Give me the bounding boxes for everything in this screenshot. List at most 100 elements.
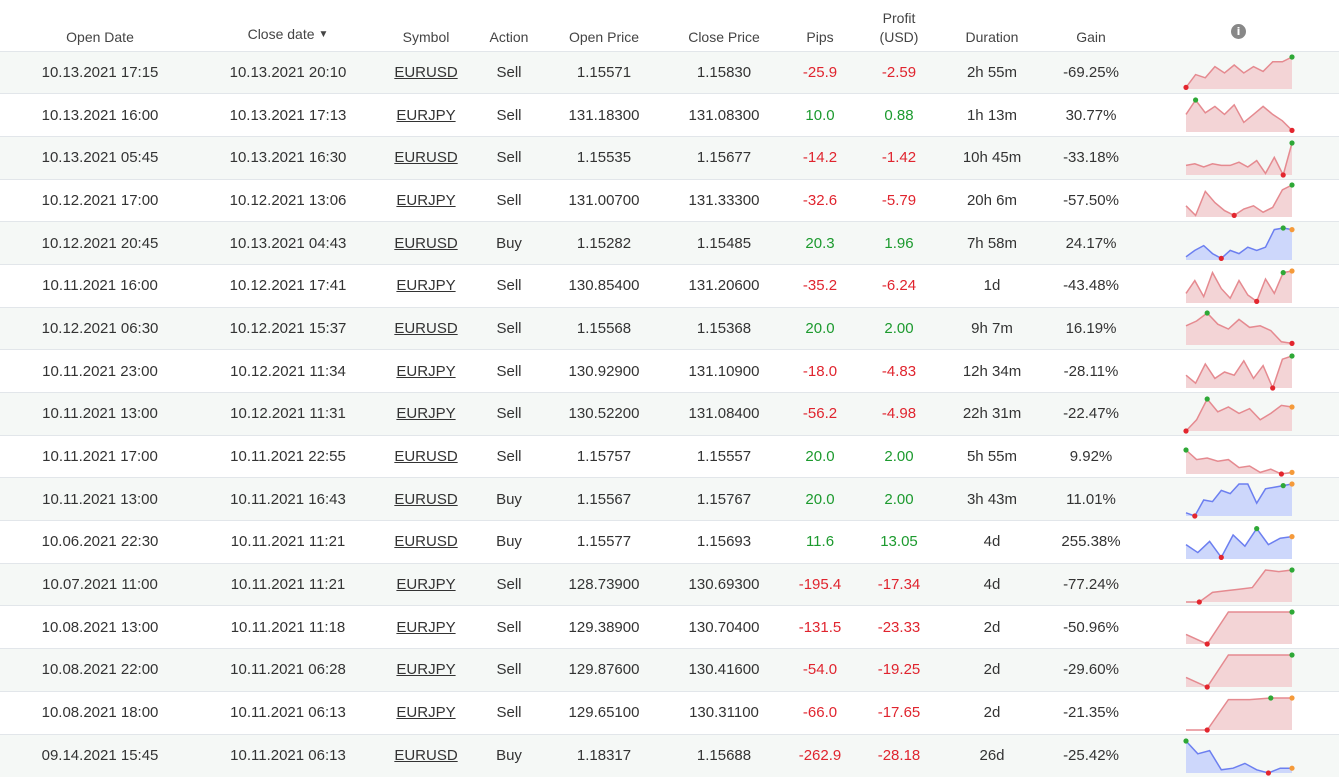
- col-symbol[interactable]: Symbol: [376, 0, 476, 51]
- table-row[interactable]: 10.11.2021 13:00 10.12.2021 11:31 EURJPY Se…: [0, 392, 1339, 436]
- symbol-link[interactable]: EURJPY: [396, 192, 455, 209]
- close-price-cell: 1.15677: [696, 149, 752, 167]
- profit-cell: -2.59: [881, 63, 917, 81]
- gain-sparkline: [1182, 446, 1295, 477]
- col-open-price[interactable]: Open Price: [542, 0, 666, 51]
- profit-cell: 2.00: [884, 448, 914, 466]
- duration-cell: 7h 58m: [966, 234, 1018, 252]
- table-row[interactable]: 10.11.2021 17:00 10.11.2021 22:55 EURUSD Se…: [0, 435, 1339, 478]
- symbol-link[interactable]: EURUSD: [394, 747, 457, 764]
- duration-cell: 2d: [983, 704, 1001, 722]
- table-row[interactable]: 09.14.2021 15:45 10.11.2021 06:13 EURUSD Bu…: [0, 734, 1339, 777]
- sparkline-min-marker: [1278, 470, 1284, 477]
- open-date-cell: 10.13.2021 16:00: [41, 106, 159, 124]
- table-row[interactable]: 10.11.2021 23:00 10.12.2021 11:34 EURJPY Se…: [0, 349, 1339, 393]
- profit-cell: -1.42: [881, 149, 917, 167]
- col-open-date[interactable]: Open Date: [0, 0, 200, 51]
- symbol-link[interactable]: EURUSD: [394, 491, 457, 508]
- profit-cell: -28.18: [877, 747, 921, 765]
- symbol-link[interactable]: EURJPY: [396, 277, 455, 294]
- symbol-link[interactable]: EURUSD: [394, 320, 457, 337]
- pips-cell: -18.0: [802, 362, 838, 380]
- symbol-link[interactable]: EURJPY: [396, 363, 455, 380]
- table-row[interactable]: 10.07.2021 11:00 10.11.2021 11:21 EURJPY Se…: [0, 563, 1339, 606]
- table-row[interactable]: 10.12.2021 20:45 10.13.2021 04:43 EURUSD Bu…: [0, 221, 1339, 265]
- sparkline-max-marker: [1280, 483, 1286, 489]
- open-price-cell: 1.15757: [576, 448, 632, 466]
- sparkline-min-marker: [1280, 172, 1286, 178]
- col-close-date[interactable]: Close date ▼: [200, 0, 376, 51]
- table-row[interactable]: 10.13.2021 16:00 10.13.2021 17:13 EURJPY Se…: [0, 93, 1339, 137]
- gain-cell: -69.25%: [1063, 63, 1119, 81]
- table-row[interactable]: 10.13.2021 17:15 10.13.2021 20:10 EURUSD Se…: [0, 51, 1339, 94]
- symbol-link[interactable]: EURJPY: [396, 576, 455, 593]
- close-date-cell: 10.13.2021 20:10: [229, 63, 347, 81]
- sparkline-cell: [1138, 94, 1339, 137]
- profit-cell: 1.96: [884, 234, 914, 252]
- table-row[interactable]: 10.08.2021 13:00 10.11.2021 11:18 EURJPY Se…: [0, 605, 1339, 649]
- table-row[interactable]: 10.11.2021 16:00 10.12.2021 17:41 EURJPY Se…: [0, 264, 1339, 308]
- sparkline-cell: [1138, 350, 1339, 393]
- gain-sparkline: [1185, 353, 1295, 391]
- action-cell: Buy: [496, 747, 522, 765]
- col-pips[interactable]: Pips: [782, 0, 858, 51]
- col-close-price[interactable]: Close Price: [666, 0, 782, 51]
- sparkline-area: [1185, 612, 1292, 645]
- gain-cell: 11.01%: [1066, 490, 1116, 508]
- sparkline-end-marker: [1288, 227, 1295, 233]
- table-row[interactable]: 10.13.2021 05:45 10.13.2021 16:30 EURUSD Se…: [0, 136, 1339, 180]
- close-date-cell: 10.12.2021 11:31: [230, 405, 346, 423]
- symbol-link[interactable]: EURJPY: [396, 107, 455, 124]
- pips-cell: 10.0: [805, 106, 835, 124]
- close-price-cell: 131.08400: [688, 405, 760, 423]
- col-duration[interactable]: Duration: [940, 0, 1044, 51]
- open-price-cell: 130.52200: [568, 405, 640, 423]
- symbol-link[interactable]: EURJPY: [396, 661, 455, 678]
- symbol-link[interactable]: EURJPY: [396, 619, 455, 636]
- table-row[interactable]: 10.06.2021 22:30 10.11.2021 11:21 EURUSD Bu…: [0, 520, 1339, 564]
- col-profit[interactable]: Profit (USD): [858, 0, 940, 51]
- gain-sparkline: [1182, 54, 1295, 91]
- open-date-cell: 10.08.2021 13:00: [41, 618, 159, 636]
- close-date-cell: 10.11.2021 11:21: [230, 576, 346, 594]
- sparkline-max-marker: [1288, 182, 1295, 189]
- table-row[interactable]: 10.11.2021 13:00 10.11.2021 16:43 EURUSD Bu…: [0, 477, 1339, 521]
- action-cell: Sell: [496, 405, 522, 423]
- sparkline-min-marker: [1218, 554, 1224, 560]
- action-cell: Sell: [496, 319, 522, 337]
- symbol-link[interactable]: EURUSD: [394, 448, 457, 465]
- close-date-cell: 10.11.2021 22:55: [230, 448, 346, 466]
- trade-history-table: Open Date Close date ▼ Symbol Action Open…: [0, 0, 1339, 777]
- sparkline-max-marker: [1288, 140, 1295, 146]
- sparkline-min-marker: [1191, 513, 1197, 519]
- sparkline-max-marker: [1280, 269, 1286, 275]
- gain-sparkline: [1185, 566, 1295, 605]
- open-price-cell: 1.18317: [576, 747, 632, 765]
- close-price-cell: 1.15830: [696, 63, 752, 81]
- col-action[interactable]: Action: [476, 0, 542, 51]
- table-row[interactable]: 10.12.2021 06:30 10.12.2021 15:37 EURUSD Se…: [0, 307, 1339, 350]
- sparkline-cell: [1138, 179, 1339, 222]
- table-row[interactable]: 10.08.2021 18:00 10.11.2021 06:13 EURJPY Se…: [0, 691, 1339, 734]
- sparkline-area: [1185, 528, 1292, 559]
- table-row[interactable]: 10.12.2021 17:00 10.12.2021 13:06 EURJPY Se…: [0, 179, 1339, 222]
- symbol-link[interactable]: EURUSD: [394, 533, 457, 550]
- close-price-cell: 131.20600: [688, 277, 760, 295]
- sparkline-max-marker: [1288, 353, 1295, 359]
- symbol-link[interactable]: EURUSD: [394, 64, 457, 81]
- symbol-link[interactable]: EURJPY: [396, 704, 455, 721]
- gain-cell: -33.18%: [1063, 149, 1119, 167]
- gain-cell: -43.48%: [1063, 277, 1119, 295]
- action-cell: Sell: [496, 149, 522, 167]
- symbol-link[interactable]: EURUSD: [394, 235, 457, 252]
- table-row[interactable]: 10.08.2021 22:00 10.11.2021 06:28 EURJPY Se…: [0, 648, 1339, 692]
- symbol-link[interactable]: EURUSD: [394, 149, 457, 166]
- info-icon[interactable]: i: [1231, 24, 1246, 40]
- symbol-cell: EURJPY: [376, 606, 476, 649]
- gain-sparkline: [1185, 140, 1295, 178]
- symbol-link[interactable]: EURJPY: [396, 405, 455, 422]
- sparkline-area: [1185, 270, 1292, 303]
- sparkline-area: [1185, 449, 1292, 474]
- col-gain[interactable]: Gain: [1044, 0, 1138, 51]
- pips-cell: -262.9: [798, 747, 842, 765]
